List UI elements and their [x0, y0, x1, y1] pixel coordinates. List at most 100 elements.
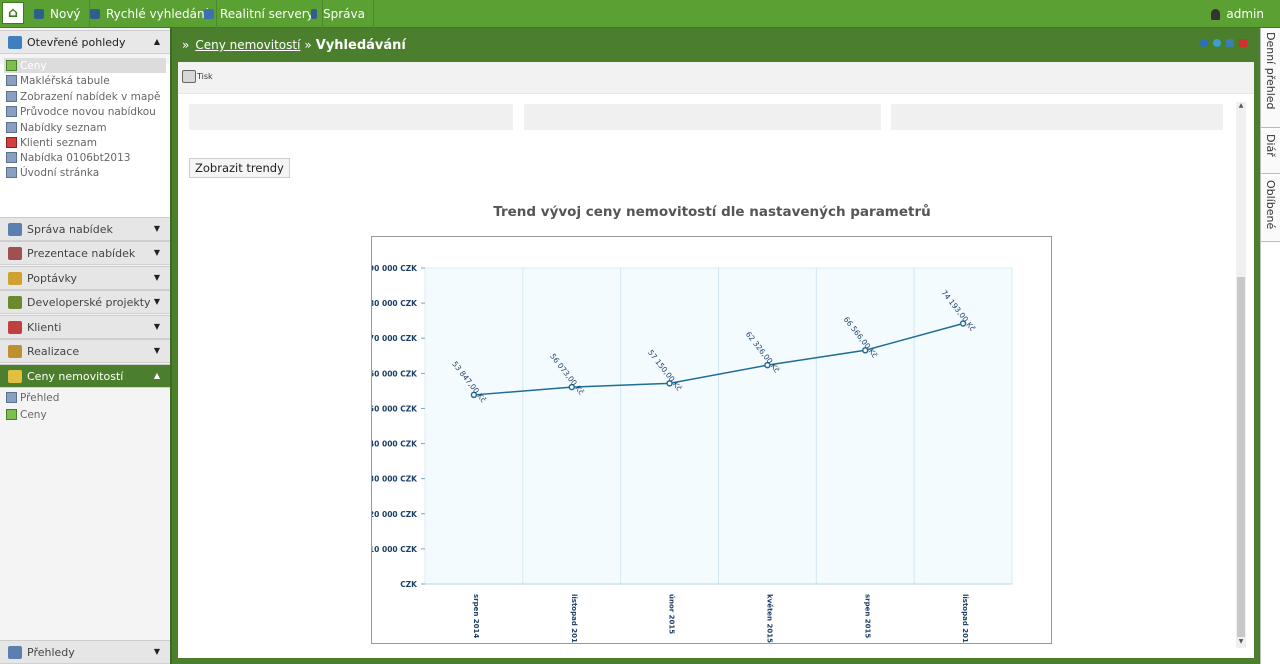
open-view-item[interactable]: Nabídky seznam	[4, 120, 107, 135]
print-button[interactable]: Tisk	[182, 70, 213, 83]
vertical-scrollbar[interactable]: ▲ ▼	[1236, 102, 1246, 648]
show-trends-button[interactable]: Zobrazit trendy	[189, 158, 290, 178]
section-label: Správa nabídek	[27, 222, 113, 236]
reports-icon	[8, 645, 22, 659]
views-icon	[8, 35, 22, 49]
section-offers-presentation[interactable]: Prezentace nabídek ▼	[0, 241, 170, 265]
tab-daily-overview[interactable]: Denní přehled	[1261, 28, 1280, 128]
expand-icon: ▼	[153, 322, 160, 331]
content-area: Tisk Zobrazit trendy Trend vývoj ceny ne…	[178, 62, 1254, 658]
item-label: Nabídka 0106bt2013	[20, 151, 131, 164]
tab-favorites[interactable]: Oblíbené	[1261, 176, 1280, 242]
open-view-item[interactable]: Ceny	[4, 58, 166, 73]
house-icon	[8, 222, 22, 236]
open-view-item[interactable]: Makléřská tabule	[4, 73, 110, 88]
toolbar: Tisk	[178, 62, 1254, 94]
section-label: Ceny nemovitostí	[27, 369, 124, 383]
x-tick-label: listopad 2014	[570, 594, 578, 643]
open-view-item[interactable]: Úvodní stránka	[4, 165, 99, 180]
y-tick-label: 90 000 CZK	[372, 264, 418, 273]
section-label: Realizace	[27, 344, 80, 358]
tab-label: Diář	[1264, 134, 1277, 157]
y-tick-label: CZK	[400, 580, 418, 589]
prices-icon	[6, 60, 17, 71]
open-view-item[interactable]: Nabídka 0106bt2013	[4, 150, 130, 165]
tab-label: Oblíbené	[1264, 180, 1277, 230]
servers-icon	[204, 9, 214, 19]
section-reports[interactable]: Přehledy ▼	[0, 640, 170, 664]
expand-icon: ▼	[153, 224, 160, 233]
prices-icon	[6, 409, 17, 420]
scroll-thumb[interactable]	[1237, 277, 1245, 637]
section-developer-projects[interactable]: Developerské projekty ▼	[0, 290, 170, 314]
section-label: Developerské projekty	[27, 295, 151, 309]
tab-label: Denní přehled	[1264, 32, 1277, 110]
section-realization[interactable]: Realizace ▼	[0, 339, 170, 363]
section-property-prices[interactable]: Ceny nemovitostí ▲	[0, 364, 170, 388]
printer-icon	[182, 70, 196, 83]
restore-icon[interactable]	[1226, 39, 1234, 47]
breadcrumb-link[interactable]: Ceny nemovitostí	[195, 38, 300, 52]
open-view-item[interactable]: Průvodce novou nabídkou	[4, 104, 156, 119]
section-demands[interactable]: Poptávky ▼	[0, 266, 170, 290]
expand-icon: ▼	[153, 248, 160, 257]
right-tabs: Denní přehled Diář Oblíbené	[1260, 28, 1280, 664]
breadcrumb-separator: »	[182, 38, 190, 52]
open-view-item[interactable]: Klienti seznam	[4, 135, 97, 150]
open-views-header[interactable]: Otevřené pohledy ▲	[0, 30, 170, 54]
x-tick-label: srpen 2014	[472, 594, 480, 638]
clients-icon	[6, 137, 17, 148]
user-menu[interactable]: admin	[1211, 0, 1264, 28]
filter-field[interactable]	[891, 104, 1223, 130]
expand-icon: ▼	[153, 273, 160, 282]
item-label: Průvodce novou nabídkou	[20, 105, 156, 118]
overview-icon	[6, 392, 17, 403]
admin-icon	[311, 9, 317, 19]
breadcrumb: » Ceny nemovitostí » Vyhledávání	[172, 28, 1260, 62]
username: admin	[1226, 7, 1264, 21]
offer-icon	[6, 152, 17, 163]
scroll-down-icon[interactable]: ▼	[1237, 638, 1245, 646]
nav-label: Realitní servery	[220, 7, 314, 21]
sidebar: Otevřené pohledy ▲ Ceny Makléřská tabule…	[0, 28, 172, 664]
home-logo-icon[interactable]: ⌂	[2, 2, 24, 24]
item-label: Úvodní stránka	[20, 166, 100, 179]
nav-new[interactable]: Nový	[26, 0, 90, 28]
prices-overview-item[interactable]: Přehled	[4, 390, 59, 405]
expand-icon: ▼	[153, 297, 160, 306]
close-icon[interactable]	[1239, 39, 1247, 47]
filter-field[interactable]	[524, 104, 881, 130]
breadcrumb-separator: »	[304, 38, 312, 52]
top-bar: ⌂ Nový Rychlé vyhledání Realitní servery…	[0, 0, 1280, 28]
x-tick-label: srpen 2015	[863, 594, 871, 638]
collapse-icon[interactable]: ▲	[154, 37, 160, 46]
open-view-item[interactable]: Zobrazení nabídek v mapě	[4, 89, 160, 104]
x-tick-label: listopad 2015	[961, 594, 969, 643]
nav-admin[interactable]: Správa	[303, 0, 374, 28]
section-offers-management[interactable]: Správa nabídek ▼	[0, 217, 170, 241]
projects-icon	[8, 295, 22, 309]
price-trend-chart: CZK 10 000 CZK 20 000 CZK 30 000 CZK 40 000 …	[369, 264, 1013, 648]
realization-icon	[8, 344, 22, 358]
wizard-icon	[6, 106, 17, 117]
demands-icon	[8, 271, 22, 285]
item-label: Přehled	[20, 391, 60, 404]
section-label: Poptávky	[27, 271, 78, 285]
y-tick-label: 20 000 CZK	[372, 510, 418, 519]
refresh-icon[interactable]	[1213, 39, 1221, 47]
help-icon[interactable]	[1200, 39, 1208, 47]
y-tick-label: 70 000 CZK	[372, 334, 418, 343]
y-tick-label: 10 000 CZK	[372, 545, 418, 554]
nav-label: Rychlé vyhledání	[106, 7, 208, 21]
section-clients[interactable]: Klienti ▼	[0, 315, 170, 339]
filter-field[interactable]	[189, 104, 513, 130]
y-tick-label: 80 000 CZK	[372, 299, 418, 308]
map-icon	[6, 91, 17, 102]
item-label: Klienti seznam	[20, 136, 97, 149]
scroll-up-icon[interactable]: ▲	[1237, 102, 1245, 110]
chart-container: CZK 10 000 CZK 20 000 CZK 30 000 CZK 40 000 …	[369, 236, 1052, 648]
expand-icon: ▼	[153, 346, 160, 355]
x-tick-label: květen 2015	[765, 594, 773, 643]
tab-diary[interactable]: Diář	[1261, 130, 1280, 174]
prices-item[interactable]: Ceny	[4, 407, 47, 422]
